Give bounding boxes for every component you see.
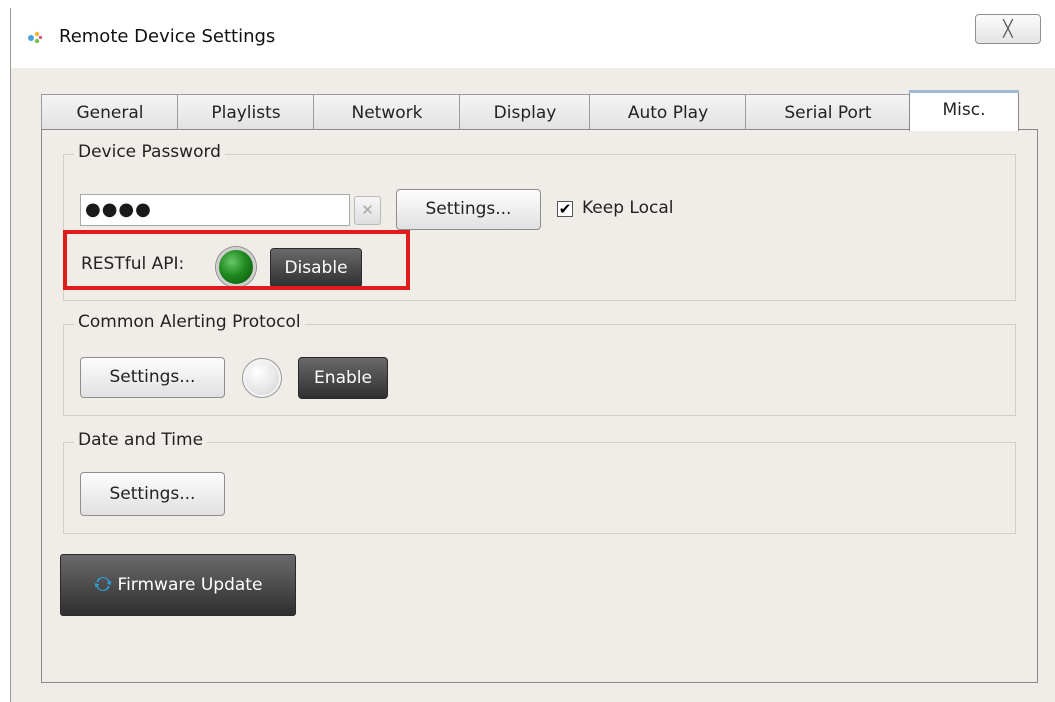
tab-auto-play[interactable]: Auto Play: [589, 94, 747, 130]
keep-local-label: Keep Local: [582, 198, 674, 218]
restful-api-highlight-box: [63, 230, 410, 290]
keep-local-checkbox[interactable]: ✔: [557, 201, 573, 217]
close-icon: ╳: [1003, 19, 1013, 38]
tab-display[interactable]: Display: [459, 94, 591, 130]
cap-status-led: [242, 358, 282, 398]
cap-enable-button[interactable]: Enable: [298, 357, 388, 399]
device-password-group-label: Device Password: [74, 142, 225, 162]
remote-device-settings-window: Remote Device Settings ╳ General Playlis…: [10, 8, 1055, 702]
password-input[interactable]: ●●●●: [80, 194, 350, 226]
title-bar: Remote Device Settings ╳: [11, 8, 1055, 68]
password-settings-button[interactable]: Settings...: [396, 189, 541, 230]
date-time-group: Date and Time Settings...: [63, 430, 1016, 534]
cap-group-label: Common Alerting Protocol: [74, 312, 305, 332]
cap-group: Common Alerting Protocol Settings... Ena…: [63, 312, 1016, 416]
clear-icon: ✕: [361, 201, 374, 219]
refresh-icon: [94, 576, 111, 592]
clear-password-button[interactable]: ✕: [354, 196, 381, 225]
tab-serial-port[interactable]: Serial Port: [745, 94, 911, 130]
dialog-client-area: General Playlists Network Display Auto P…: [11, 68, 1055, 702]
window-title: Remote Device Settings: [59, 26, 276, 47]
date-time-settings-button[interactable]: Settings...: [80, 472, 225, 516]
close-button[interactable]: ╳: [975, 14, 1041, 44]
checkmark-icon: ✔: [558, 200, 572, 218]
firmware-update-label: Firmware Update: [117, 575, 263, 595]
firmware-update-button[interactable]: Firmware Update: [60, 554, 296, 616]
tab-misc[interactable]: Misc.: [909, 90, 1019, 131]
app-logo-icon: [28, 31, 43, 44]
tab-network[interactable]: Network: [313, 94, 461, 130]
cap-settings-button[interactable]: Settings...: [80, 357, 225, 398]
date-time-group-label: Date and Time: [74, 430, 208, 450]
tab-general[interactable]: General: [41, 94, 179, 130]
misc-tab-panel: Device Password ●●●● ✕ Settings... ✔ Kee…: [41, 129, 1038, 683]
tab-playlists[interactable]: Playlists: [177, 94, 315, 130]
